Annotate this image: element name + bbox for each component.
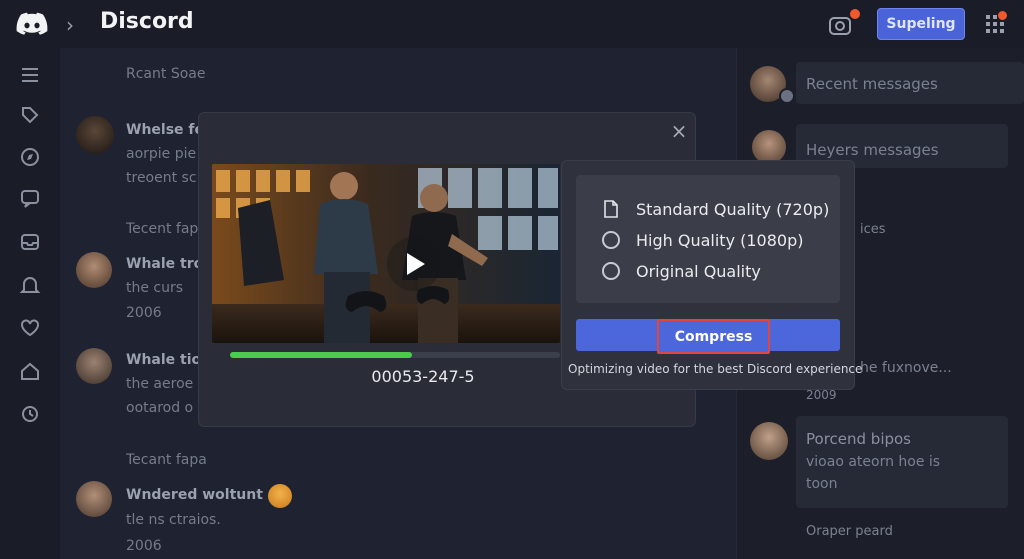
chevron-right-icon: ›	[66, 13, 74, 37]
inbox-icon[interactable]	[19, 231, 41, 253]
page-title: Discord	[100, 9, 194, 34]
avatar[interactable]	[76, 252, 112, 288]
message-author[interactable]: Wndered woltunt	[126, 487, 263, 503]
panel-text: ices	[860, 222, 886, 237]
section-header: Tecent fape	[126, 221, 207, 237]
bell-icon[interactable]	[19, 274, 41, 296]
tag-icon[interactable]	[19, 104, 41, 126]
avatar[interactable]	[752, 130, 786, 164]
avatar[interactable]	[76, 116, 114, 154]
progress-bar	[230, 352, 412, 358]
panel-text: he fuxnove...	[860, 360, 952, 376]
quality-option-original[interactable]: Original Quality	[602, 260, 761, 282]
menu-icon[interactable]	[19, 64, 41, 86]
quality-option-label: High Quality (1080p)	[636, 230, 804, 250]
panel-heading: Heyers messages	[806, 141, 939, 159]
avatar[interactable]	[76, 481, 112, 517]
quality-option-label: Original Quality	[636, 261, 761, 281]
message-author[interactable]: Whale tro	[126, 256, 203, 272]
compass-icon[interactable]	[19, 146, 41, 168]
history-icon[interactable]	[19, 403, 41, 425]
notification-dot	[850, 9, 860, 19]
quality-option-standard[interactable]: Standard Quality (720p)	[602, 198, 829, 220]
panel-footer: Oraper peard	[806, 524, 893, 539]
message-text: tle ns ctraios.	[126, 512, 221, 528]
message-text: the aeroe	[126, 376, 194, 392]
message-text: 2006	[126, 538, 162, 554]
compress-button[interactable]: Compress	[657, 319, 770, 354]
chat-bubble-icon[interactable]	[19, 188, 41, 210]
message-text: treoent sc	[126, 170, 197, 186]
message-author[interactable]: Whelse fe	[126, 122, 204, 138]
radio-icon[interactable]	[602, 262, 620, 280]
card-title: Porcend bipos	[806, 430, 911, 448]
avatar[interactable]	[76, 348, 112, 384]
quality-option-label: Standard Quality (720p)	[636, 199, 830, 219]
section-header: Rcant Soae	[126, 66, 206, 82]
home-icon[interactable]	[19, 360, 41, 382]
file-icon	[604, 200, 618, 218]
support-button[interactable]: Supeling	[877, 8, 965, 40]
card-text: vioao ateorn hoe is	[806, 454, 941, 470]
compress-hint: Optimizing video for the best Discord ex…	[568, 362, 863, 376]
file-id: 00053-247-5	[371, 367, 475, 386]
heart-icon[interactable]	[19, 317, 41, 339]
close-icon[interactable]: ×	[669, 121, 689, 141]
radio-icon[interactable]	[602, 231, 620, 249]
message-text: aorpie pie	[126, 146, 197, 162]
message-text: the curs	[126, 280, 184, 296]
quality-option-high[interactable]: High Quality (1080p)	[602, 229, 803, 251]
message-text: 2006	[126, 305, 162, 321]
panel-heading: Recent messages	[806, 75, 938, 93]
section-header: Tecant fapa	[126, 452, 207, 468]
discord-logo-icon[interactable]	[16, 11, 48, 37]
panel-text: 2009	[806, 388, 837, 402]
notification-dot	[998, 11, 1007, 20]
emoji-icon	[268, 484, 292, 508]
card-text: toon	[806, 476, 838, 492]
message-text: ootarod o	[126, 400, 194, 416]
avatar[interactable]	[750, 422, 788, 460]
play-icon[interactable]	[386, 236, 442, 292]
status-badge	[779, 88, 795, 104]
